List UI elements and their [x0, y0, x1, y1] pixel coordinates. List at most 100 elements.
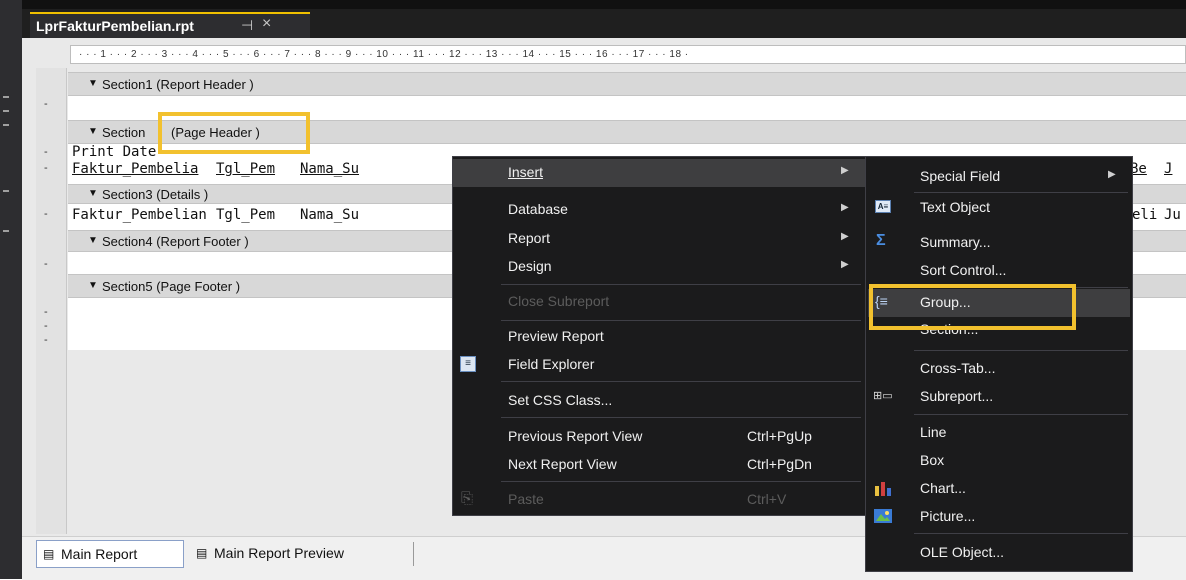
collapse-arrow-icon[interactable]: ▼ [88, 126, 98, 137]
tab-main-report[interactable]: ▤ Main Report [36, 540, 184, 568]
preview-icon: ▤ [196, 546, 208, 560]
section-label: Section [102, 125, 146, 140]
menu-item-label: Report [508, 230, 551, 246]
menu-item-box[interactable]: Box [866, 447, 1132, 475]
pin-icon[interactable]: ⊣ [241, 17, 253, 34]
menu-item-summary[interactable]: Σ Summary... [866, 229, 1132, 257]
menu-item-report[interactable]: Report ▶ [453, 225, 865, 253]
menu-separator [501, 381, 861, 382]
document-tab[interactable]: LprFakturPembelian.rpt ⊣ × [30, 12, 310, 38]
menu-item-chart[interactable]: Chart... [866, 475, 1132, 503]
menu-item-picture[interactable]: Picture... [866, 503, 1132, 531]
strip-mark [3, 124, 9, 126]
menu-item-label: Chart... [920, 480, 966, 496]
menu-item-label: Picture... [920, 508, 976, 524]
section-label: Section4 (Report Footer ) [102, 234, 249, 249]
menu-item-cross-tab[interactable]: Cross-Tab... [866, 355, 1132, 383]
picture-icon [874, 509, 892, 523]
strip-mark [3, 96, 9, 98]
menu-item-label: Set CSS Class... [508, 392, 613, 408]
collapse-arrow-icon[interactable]: ▼ [88, 235, 98, 246]
nama-field[interactable]: Nama_Su [300, 207, 359, 223]
menu-item-subreport[interactable]: ⊞▭ Subreport... [866, 383, 1132, 411]
tgl-field[interactable]: Tgl_Pem [216, 161, 275, 177]
menu-item-previous-report-view[interactable]: Previous Report View Ctrl+PgUp [453, 423, 865, 451]
menu-item-design[interactable]: Design ▶ [453, 253, 865, 281]
ruler-mark: - [44, 162, 48, 174]
submenu-arrow-icon: ▶ [1108, 169, 1116, 180]
document-tab-title: LprFakturPembelian.rpt [36, 18, 194, 34]
menu-separator [914, 192, 1128, 193]
context-menu: Insert ▶ Database ▶ Report ▶ Design ▶ Cl… [452, 156, 866, 516]
submenu-arrow-icon: ▶ [841, 259, 849, 270]
menu-separator [914, 414, 1128, 415]
menu-item-label: Close Subreport [508, 293, 610, 309]
section-header-report-header[interactable]: ▼ Section1 (Report Header ) [68, 72, 1186, 96]
submenu-arrow-icon: ▶ [841, 165, 849, 176]
menu-item-label: Preview Report [508, 328, 604, 344]
field-right-2[interactable]: J [1164, 161, 1172, 177]
menu-item-preview-report[interactable]: Preview Report [453, 323, 865, 351]
menu-item-label: Previous Report View [508, 428, 643, 444]
ruler-mark: - [44, 334, 48, 346]
collapse-arrow-icon[interactable]: ▼ [88, 280, 98, 291]
menu-item-label: Subreport... [920, 388, 994, 404]
menu-item-close-subreport: Close Subreport [453, 288, 865, 316]
menu-item-set-css-class[interactable]: Set CSS Class... [453, 387, 865, 415]
menu-item-paste: ⎘ Paste Ctrl+V [453, 486, 865, 514]
field-right-2[interactable]: Ju [1164, 207, 1181, 223]
highlight-box-group [869, 284, 1076, 330]
ruler-mark: - [44, 208, 48, 220]
menu-item-text-object[interactable]: A≡ Text Object [866, 194, 1132, 222]
faktur-field[interactable]: Faktur_Pembelia [72, 161, 198, 177]
nama-field[interactable]: Nama_Su [300, 161, 359, 177]
menu-separator [914, 350, 1128, 351]
faktur-field[interactable]: Faktur_Pembelian [72, 207, 207, 223]
collapse-arrow-icon[interactable]: ▼ [88, 188, 98, 199]
menu-item-label: Text Object [920, 199, 991, 215]
report-icon: ▤ [43, 547, 55, 561]
menu-item-line[interactable]: Line [866, 419, 1132, 447]
menu-item-next-report-view[interactable]: Next Report View Ctrl+PgDn [453, 451, 865, 479]
strip-mark [3, 190, 9, 192]
chart-icon [874, 480, 892, 496]
ruler-mark: - [44, 146, 48, 158]
menu-item-shortcut: Ctrl+V [747, 491, 787, 507]
print-date-field[interactable]: Print Date [72, 144, 156, 160]
menu-item-label: Box [920, 452, 945, 468]
menu-item-sort-control[interactable]: Sort Control... [866, 257, 1132, 285]
menu-separator [914, 533, 1128, 534]
field-right-1[interactable]: eli [1132, 207, 1157, 223]
menu-item-insert[interactable]: Insert ▶ [453, 159, 865, 187]
vertical-ruler [36, 68, 67, 534]
menu-item-label: Design [508, 258, 552, 274]
menu-item-label: Summary... [920, 234, 991, 250]
ruler-mark: - [44, 98, 48, 110]
collapse-arrow-icon[interactable]: ▼ [88, 78, 98, 89]
section-label: Section3 (Details ) [102, 187, 209, 202]
section-label: Section5 (Page Footer ) [102, 279, 241, 294]
menu-item-label: Line [920, 424, 947, 440]
ruler-ticks: · · · 1 · · · 2 · · · 3 · · · 4 · · · 5 … [79, 49, 689, 60]
close-icon[interactable]: × [262, 15, 271, 33]
menu-separator [501, 320, 861, 321]
strip-mark [3, 230, 9, 232]
tab-separator [413, 542, 414, 566]
menu-item-label: Cross-Tab... [920, 360, 996, 376]
strip-mark [3, 110, 9, 112]
highlight-box-page-header [158, 112, 310, 154]
menu-item-ole-object[interactable]: OLE Object... [866, 539, 1132, 567]
menu-item-database[interactable]: Database ▶ [453, 196, 865, 224]
menu-item-field-explorer[interactable]: ≡ Field Explorer [453, 351, 865, 379]
subreport-icon: ⊞▭ [873, 390, 893, 402]
field-explorer-icon: ≡ [460, 356, 476, 372]
menu-item-label: Insert [508, 164, 544, 180]
tab-main-report-preview[interactable]: ▤ Main Report Preview [190, 540, 410, 568]
menu-item-special-field[interactable]: Special Field ▶ [866, 163, 1132, 191]
tab-label: Main Report [61, 546, 138, 562]
menu-item-shortcut: Ctrl+PgUp [747, 428, 812, 444]
top-bar [22, 0, 1186, 9]
tgl-field[interactable]: Tgl_Pem [216, 207, 275, 223]
menu-item-label: Next Report View [508, 456, 617, 472]
menu-item-label: OLE Object... [920, 544, 1005, 560]
